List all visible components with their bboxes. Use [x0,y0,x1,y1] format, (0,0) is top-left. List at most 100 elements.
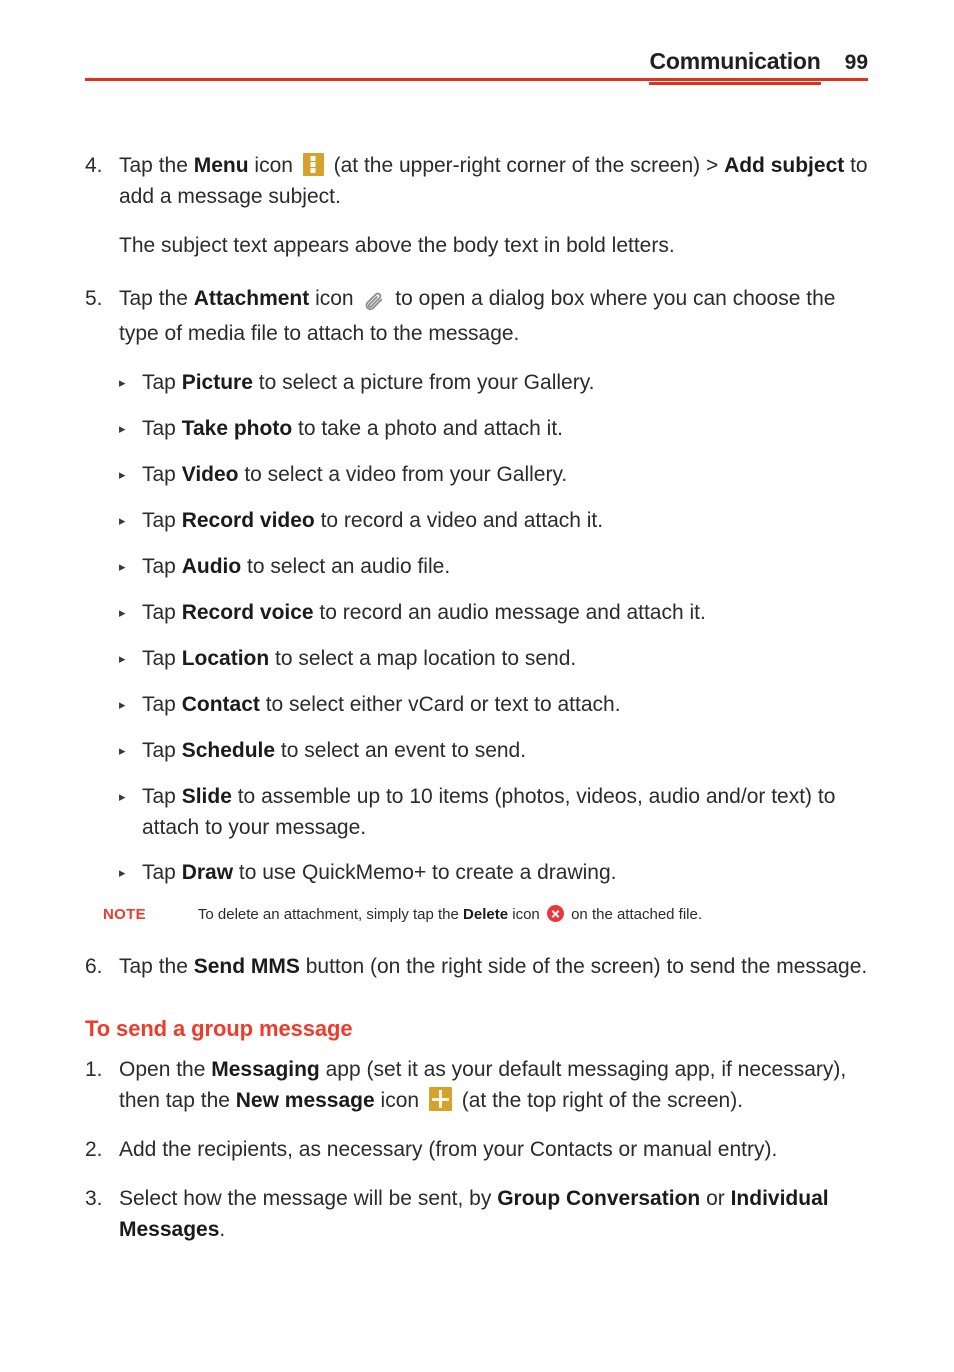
list-item-text: Tap Record voice to record an audio mess… [142,597,875,628]
step-text: Tap the Menu icon (at the upper-right co… [119,150,875,212]
list-item-text: Tap Video to select a video from your Ga… [142,459,875,490]
list-item-text: Tap Contact to select either vCard or te… [142,689,875,720]
list-item-text: Tap Picture to select a picture from you… [142,367,875,398]
text-run: Tap [142,463,182,486]
list-item-step-6: 6. Tap the Send MMS button (on the right… [85,951,875,982]
list-item: ▸ Tap Location to select a map location t… [119,643,875,675]
step-number: 4. [85,154,103,177]
list-item-step-4: 4. Tap the Menu icon (at the upper-right… [85,150,875,212]
emphasis-term: Record voice [181,601,314,624]
list-item: ▸ Tap Video to select a video from your G… [119,459,875,491]
emphasis-term: New message [235,1089,375,1112]
text-run: Tap [142,555,182,578]
text-run: to select an event to send. [275,739,527,762]
text-run: to select a picture from your Gallery. [252,371,595,394]
text-run: Tap [142,509,182,532]
list-item-group-step-1: 1. Open the Messaging app (set it as you… [85,1054,875,1116]
text-run: Tap the [119,154,194,177]
text-run: to select a video from your Gallery. [238,463,568,486]
text-run: or [700,1187,731,1210]
list-item-step-5: 5. Tap the Attachment icon to open a dia… [85,283,875,349]
text-run: Open the [119,1058,212,1081]
text-run: Tap [142,647,182,670]
bullet-triangle-icon: ▸ [119,865,126,880]
step-number: 5. [85,287,103,310]
text-run: (at the upper-right corner of the screen… [327,154,725,177]
step-number: 3. [85,1187,103,1210]
text-run: to record an audio message and attach it… [313,601,706,624]
text-run: icon [374,1089,425,1112]
list-item: ▸ Tap Record video to record a video and … [119,505,875,537]
list-item-text: Tap Location to select a map location to… [142,643,875,674]
note-block: NOTE To delete an attachment, simply tap… [103,903,875,927]
text-run: to select a map location to send. [269,647,577,670]
text-run: Tap [142,861,182,884]
menu-icon [302,153,324,176]
list-item: ▸ Tap Draw to use QuickMemo+ to create a … [119,857,875,889]
text-run: to assemble up to 10 items (photos, vide… [142,785,836,839]
header-divider-rule [85,78,868,81]
emphasis-term: Draw [181,861,234,884]
list-item-group-step-3: 3. Select how the message will be sent, … [85,1183,875,1245]
list-item: ▸ Tap Take photo to take a photo and atta… [119,413,875,445]
list-item: ▸ Tap Slide to assemble up to 10 items (p… [119,781,875,843]
page-number: 99 [844,51,868,74]
list-item-text: Tap Draw to use QuickMemo+ to create a d… [142,857,875,888]
list-item-text: Tap Audio to select an audio file. [142,551,875,582]
bullet-triangle-icon: ▸ [119,789,126,804]
text-run: Tap [142,371,182,394]
note-text-middle: icon [508,906,544,923]
paperclip-icon [363,287,385,318]
delete-icon [546,905,564,922]
attachment-options-list: ▸ Tap Picture to select a picture from yo… [85,367,875,889]
note-text-before: To delete an attachment, simply tap the [197,906,464,923]
emphasis-term: Video [181,463,239,486]
bullet-triangle-icon: ▸ [119,605,126,620]
text-run: Tap [142,601,182,624]
list-item-text: Tap Record video to record a video and a… [142,505,875,536]
text-run: Tap [142,693,182,716]
list-item: ▸ Tap Contact to select either vCard or t… [119,689,875,721]
emphasis-term: Send MMS [193,955,300,978]
text-run: icon [248,154,299,177]
new-message-plus-icon [428,1087,452,1111]
step-text: Add the recipients, as necessary (from y… [119,1134,875,1165]
step-number: 2. [85,1138,103,1161]
text-run: Tap the [119,287,194,310]
text-run: . [219,1218,226,1241]
text-run: to take a photo and attach it. [292,417,564,440]
bullet-triangle-icon: ▸ [119,743,126,758]
emphasis-term: Contact [181,693,260,716]
page-content: 4. Tap the Menu icon (at the upper-right… [85,150,875,1249]
text-run: Tap [142,785,182,808]
note-term: Delete [463,906,509,923]
bullet-triangle-icon: ▸ [119,651,126,666]
list-item-group-step-2: 2. Add the recipients, as necessary (fro… [85,1134,875,1165]
subject-note-text: The subject text appears above the body … [119,234,675,257]
emphasis-term: Take photo [181,417,293,440]
text-run: Tap [142,417,182,440]
emphasis-term: Add subject [724,154,845,177]
emphasis-term: Attachment [193,287,310,310]
bullet-triangle-icon: ▸ [119,559,126,574]
text-run: to use QuickMemo+ to create a drawing. [233,861,617,884]
step-number: 6. [85,955,103,978]
bullet-triangle-icon: ▸ [119,513,126,528]
emphasis-term: Slide [181,785,232,808]
list-item: ▸ Tap Record voice to record an audio mes… [119,597,875,629]
note-text: To delete an attachment, simply tap the … [198,903,702,927]
step-text: Tap the Send MMS button (on the right si… [119,951,875,982]
text-run: to record a video and attach it. [314,509,604,532]
list-item: ▸ Tap Audio to select an audio file. [119,551,875,583]
bullet-triangle-icon: ▸ [119,375,126,390]
emphasis-term: Group Conversation [497,1187,701,1210]
emphasis-term: Picture [181,371,253,394]
text-run: to select either vCard or text to attach… [259,693,621,716]
